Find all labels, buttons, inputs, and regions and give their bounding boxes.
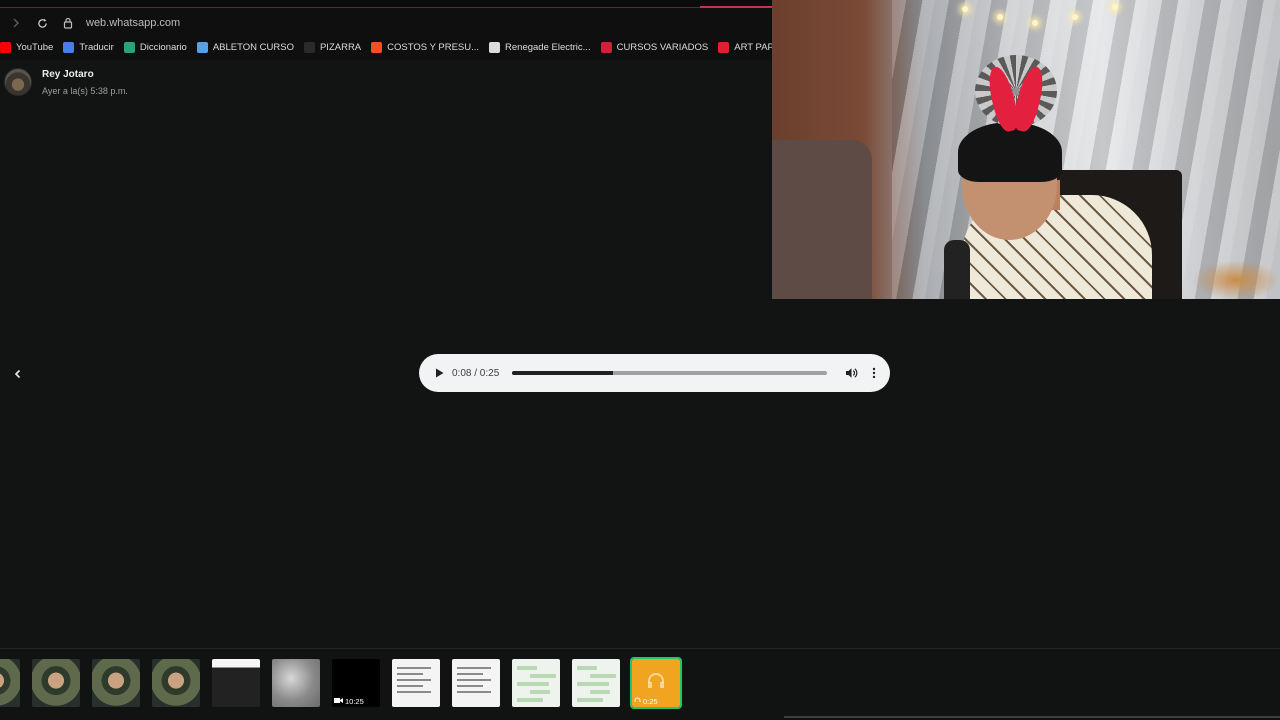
thumbnail-caption: 0:25 [643,697,658,706]
media-thumbnail[interactable] [452,659,500,707]
media-thumbnail[interactable]: 0:25 [630,657,682,709]
whatsapp-media-viewer: web.whatsapp.com YouTube Traducir Dicciona… [0,0,1280,720]
bookmark-favicon-icon [123,41,135,53]
media-thumbnail-strip: 10:25 0:25 [0,648,1280,720]
bookmark-item[interactable]: Renegade Electric... [489,41,591,53]
bookmark-label: Renegade Electric... [505,41,591,53]
thumbnail-caption: 10:25 [345,697,364,706]
bookmark-favicon-icon [303,41,315,53]
bookmark-item[interactable]: ART PAPER SELLO [718,41,772,53]
media-thumbnail[interactable]: 10:25 [332,659,380,707]
media-thumbnail[interactable] [392,659,440,707]
time-display: 0:08 / 0:25 [452,367,500,379]
divider [784,716,1280,718]
video-camera-icon [334,697,343,706]
audio-player: 0:08 / 0:25 [419,354,890,392]
bookmark-favicon-icon [63,41,75,53]
bookmark-favicon-icon [600,41,612,53]
media-sender-header: Rey Jotaro Ayer a la(s) 5:38 p.m. [0,62,600,102]
avatar[interactable] [4,68,32,96]
bookmark-item[interactable]: ABLETON CURSO [196,41,294,53]
play-button[interactable] [432,366,446,380]
string-lights [942,0,1142,40]
bookmark-label: ABLETON CURSO [212,41,294,53]
media-thumbnail[interactable] [92,659,140,707]
bookmark-label: CURSOS VARIADOS [616,41,709,53]
media-thumbnail[interactable] [572,659,620,707]
microphone [944,240,970,299]
more-options-button[interactable] [869,365,879,381]
tab-strip [0,0,772,8]
bookmark-label: Traducir [79,41,114,53]
media-thumbnail[interactable] [512,659,560,707]
forward-icon[interactable] [8,15,24,31]
bookmark-label: COSTOS Y PRESU... [387,41,480,53]
media-thumbnail[interactable] [272,659,320,707]
message-timestamp: Ayer a la(s) 5:38 p.m. [42,85,128,96]
volume-button[interactable] [843,365,859,381]
bookmark-favicon-icon [196,41,208,53]
lock-icon[interactable] [60,15,76,31]
bookmark-item[interactable]: CURSOS VARIADOS [600,41,709,53]
media-thumbnail[interactable] [32,659,80,707]
volume-icon [845,368,857,378]
bookmark-favicon-icon [371,41,383,53]
headphones-small-icon [634,697,641,706]
bookmark-item[interactable]: YouTube [0,41,54,53]
bookmark-label: Diccionario [139,41,187,53]
bookmark-item[interactable]: Traducir [63,41,114,53]
active-tab-indicator [700,6,772,8]
bookmark-favicon-icon [718,41,730,53]
reload-icon[interactable] [34,15,50,31]
more-vertical-icon [872,367,876,379]
media-thumbnail[interactable] [0,659,20,707]
webcam-overlay [772,0,1280,299]
bookmarks-bar: YouTube Traducir Diccionario ABLETON CURSO P… [0,37,772,57]
headphones-icon [648,673,664,688]
previous-media-button[interactable] [6,362,30,386]
bookmark-favicon-icon [489,41,501,53]
bookmark-favicon-icon [0,41,11,53]
chevron-left-icon [14,369,21,379]
lamp-glow [1192,260,1280,299]
background-object [772,140,872,299]
address-bar-row: web.whatsapp.com [0,10,772,36]
bookmark-item[interactable]: Diccionario [123,41,187,53]
play-icon [435,368,443,378]
seek-bar[interactable] [512,371,827,375]
bookmark-label: ART PAPER SELLO [734,41,772,53]
browser-chrome: web.whatsapp.com YouTube Traducir Dicciona… [0,0,772,60]
bookmark-item[interactable]: PIZARRA [303,41,362,53]
thumbnail-duration: 10:25 [334,697,364,706]
thumbnail-duration: 0:25 [634,697,658,706]
media-thumbnail[interactable] [212,659,260,707]
sender-name: Rey Jotaro [42,68,94,80]
bunny-ears [984,64,1048,134]
bookmark-label: YouTube [16,41,54,53]
media-thumbnail[interactable] [152,659,200,707]
bookmark-item[interactable]: COSTOS Y PRESU... [371,41,480,53]
seek-bar-progress [512,371,613,375]
url-text[interactable]: web.whatsapp.com [86,17,180,29]
bookmark-label: PIZARRA [319,41,362,53]
